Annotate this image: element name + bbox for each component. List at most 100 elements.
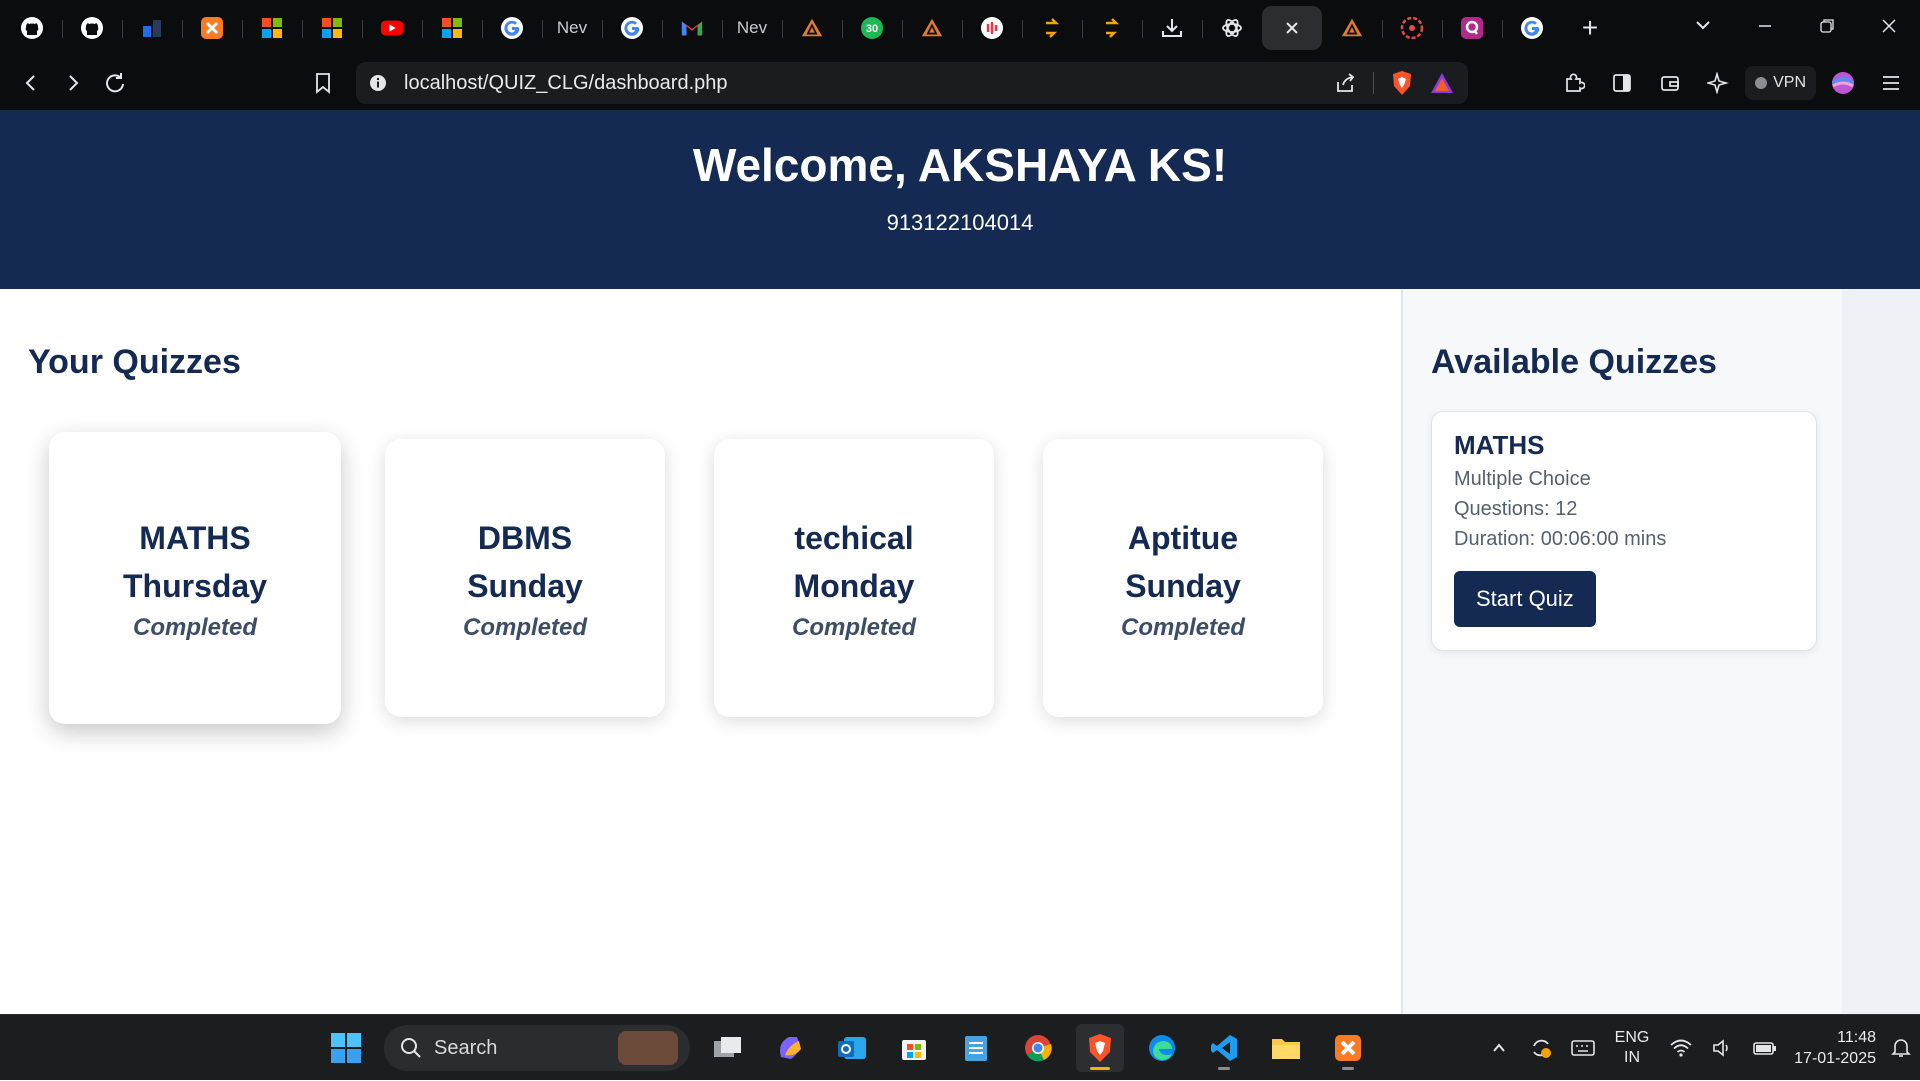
- browser-tab[interactable]: [962, 6, 1022, 50]
- browser-tab[interactable]: Nev: [542, 6, 602, 50]
- browser-tab[interactable]: [302, 6, 362, 50]
- browser-tab[interactable]: [1022, 6, 1082, 50]
- close-icon[interactable]: [1280, 16, 1304, 40]
- quiz-card[interactable]: Aptitue Sunday Completed: [1043, 439, 1323, 717]
- leo-ai-button[interactable]: [1697, 62, 1739, 104]
- browser-tab[interactable]: [902, 6, 962, 50]
- window-controls: [1672, 0, 1920, 56]
- bookmark-button[interactable]: [302, 62, 344, 104]
- browser-tab[interactable]: [182, 6, 242, 50]
- sparkle-icon: [1707, 72, 1730, 94]
- browser-tab[interactable]: [602, 6, 662, 50]
- browser-tab[interactable]: [1442, 6, 1502, 50]
- browser-tab[interactable]: [662, 6, 722, 50]
- wifi-icon[interactable]: [1660, 1038, 1702, 1058]
- minimize-button[interactable]: [1734, 17, 1796, 40]
- keyboard-icon[interactable]: [1562, 1038, 1604, 1058]
- browser-tab[interactable]: [2, 6, 62, 50]
- wallet-button[interactable]: [1649, 62, 1691, 104]
- browser-tab[interactable]: [242, 6, 302, 50]
- quiz-card-name: techical: [794, 520, 914, 556]
- browser-tab[interactable]: [1262, 6, 1322, 50]
- sync-icon[interactable]: [1520, 1036, 1562, 1060]
- reload-button[interactable]: [94, 62, 136, 104]
- volume-icon[interactable]: [1702, 1038, 1744, 1058]
- site-info-icon[interactable]: [368, 73, 388, 93]
- start-button[interactable]: [322, 1024, 370, 1072]
- microsoft-store-app[interactable]: [890, 1024, 938, 1072]
- file-explorer-app[interactable]: [1262, 1024, 1310, 1072]
- available-quiz-type: Multiple Choice: [1454, 468, 1591, 490]
- arrow-icon: [1100, 16, 1124, 40]
- quiz-card-status: Completed: [462, 614, 587, 641]
- back-button[interactable]: [10, 62, 52, 104]
- restore-button[interactable]: [1796, 17, 1858, 40]
- browser-tab[interactable]: [362, 6, 422, 50]
- brave-rewards-icon[interactable]: [1430, 72, 1454, 94]
- taskbar-search[interactable]: Search: [384, 1025, 690, 1071]
- browser-tab[interactable]: 30: [842, 6, 902, 50]
- browser-tab[interactable]: [422, 6, 482, 50]
- extensions-button[interactable]: [1553, 62, 1595, 104]
- reload-icon: [106, 73, 124, 93]
- browser-tab[interactable]: [122, 6, 182, 50]
- browser-tab[interactable]: Nev: [722, 6, 782, 50]
- brave-app[interactable]: [1076, 1024, 1124, 1072]
- close-window-button[interactable]: [1858, 17, 1920, 40]
- system-clock[interactable]: 11:48 17-01-2025: [1786, 1027, 1882, 1069]
- browser-tab[interactable]: [1382, 6, 1442, 50]
- url-text[interactable]: localhost/QUIZ_CLG/dashboard.php: [404, 72, 728, 95]
- github-icon: [80, 16, 104, 40]
- edge-app[interactable]: [1138, 1024, 1186, 1072]
- browser-tab[interactable]: [1322, 6, 1382, 50]
- share-icon[interactable]: [1335, 72, 1357, 94]
- quiz-card[interactable]: MATHS Thursday Completed: [49, 432, 341, 724]
- system-tray: ENG IN 11:48 17-01-2025: [1478, 1015, 1920, 1081]
- folder-icon: [1272, 1039, 1300, 1059]
- profile-button[interactable]: [1822, 62, 1864, 104]
- browser-tab[interactable]: [1142, 6, 1202, 50]
- available-quiz-name: MATHS: [1454, 430, 1545, 460]
- browser-tab[interactable]: [482, 6, 542, 50]
- browser-tab[interactable]: [1202, 6, 1262, 50]
- quiz-card[interactable]: techical Monday Completed: [714, 439, 994, 717]
- copilot-app[interactable]: [766, 1024, 814, 1072]
- language-indicator[interactable]: ENG IN: [1604, 1028, 1660, 1068]
- sidebar-button[interactable]: [1601, 62, 1643, 104]
- tab-search-chevron-icon[interactable]: [1672, 16, 1734, 40]
- menu-button[interactable]: [1870, 62, 1912, 104]
- hamburger-icon: [1883, 76, 1899, 90]
- welcome-header: Welcome, AKSHAYA KS! 913122104014: [0, 110, 1920, 289]
- google-icon: [620, 16, 644, 40]
- tray-overflow-chevron-icon[interactable]: [1478, 1040, 1520, 1056]
- puzzle-icon: [1566, 73, 1586, 92]
- chrome-app[interactable]: [1014, 1024, 1062, 1072]
- start-quiz-button[interactable]: Start Quiz: [1454, 571, 1596, 627]
- clock-date: 17-01-2025: [1794, 1050, 1876, 1067]
- address-bar[interactable]: localhost/QUIZ_CLG/dashboard.php: [356, 62, 1468, 104]
- notepad-app[interactable]: [952, 1024, 1000, 1072]
- wallet-icon: [1661, 76, 1679, 91]
- browser-tab[interactable]: [1502, 6, 1562, 50]
- vscode-app[interactable]: [1200, 1024, 1248, 1072]
- tab-title: Nev: [556, 18, 588, 37]
- forward-button[interactable]: [52, 62, 94, 104]
- windows-taskbar: Search ENG IN 11:48 17-01-2025: [0, 1014, 1920, 1080]
- task-view-app[interactable]: [704, 1024, 752, 1072]
- brave-shields-icon[interactable]: [1390, 70, 1414, 96]
- browser-tab[interactable]: [782, 6, 842, 50]
- notification-bell-icon[interactable]: [1882, 1037, 1920, 1059]
- browser-tab[interactable]: [1082, 6, 1142, 50]
- battery-icon[interactable]: [1744, 1039, 1786, 1057]
- browser-tab[interactable]: [62, 6, 122, 50]
- outlook-app[interactable]: [828, 1024, 876, 1072]
- roll-number: 913122104014: [886, 210, 1034, 235]
- new-tab-button[interactable]: +: [1562, 6, 1618, 50]
- task-view-icon: [714, 1037, 741, 1057]
- sail-icon: [920, 16, 944, 40]
- vpn-button[interactable]: VPN: [1745, 66, 1816, 100]
- page-content: Welcome, AKSHAYA KS! 913122104014 Your Q…: [0, 110, 1920, 1014]
- quiz-card[interactable]: DBMS Sunday Completed: [385, 439, 665, 717]
- search-label: Search: [434, 1036, 498, 1059]
- xampp-app[interactable]: [1324, 1024, 1372, 1072]
